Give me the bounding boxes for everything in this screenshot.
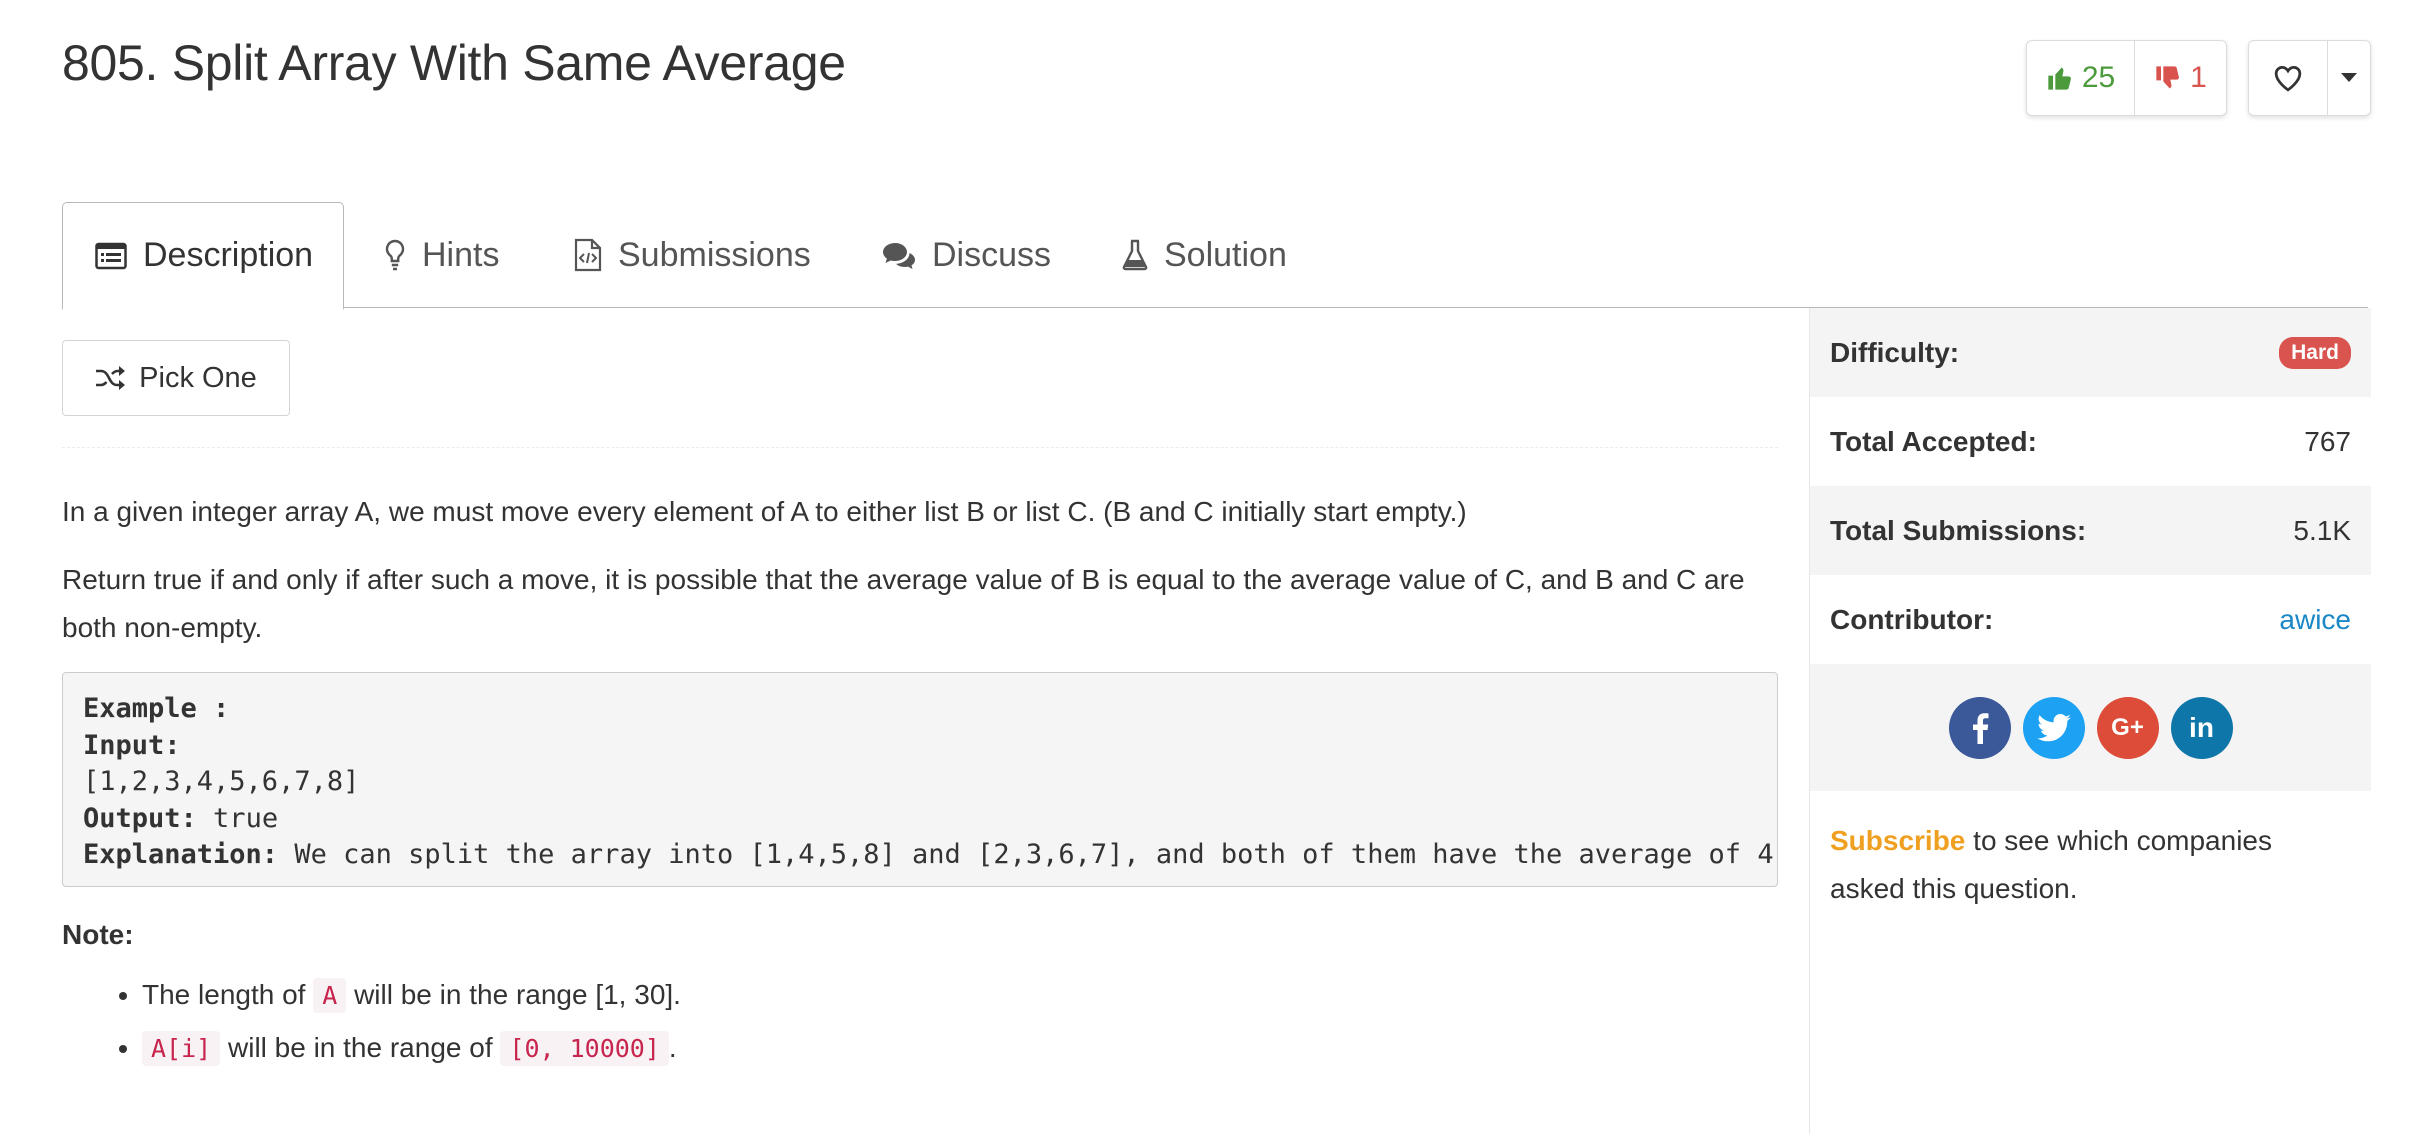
total-accepted-row: Total Accepted: 767 bbox=[1810, 397, 2371, 486]
thumbs-up-icon bbox=[2048, 67, 2071, 90]
difficulty-badge: Hard bbox=[2279, 336, 2351, 369]
example-block: Example : Input: [1,2,3,4,5,6,7,8] Outpu… bbox=[62, 672, 1778, 887]
note-item-1-text: The length of bbox=[142, 978, 314, 1010]
caret-down-icon bbox=[2341, 73, 2357, 82]
share-linkedin-button[interactable]: in bbox=[2170, 696, 2233, 759]
tab-description[interactable]: Description bbox=[62, 202, 344, 310]
divider bbox=[62, 447, 1778, 448]
total-submissions-value: 5.1K bbox=[2293, 514, 2351, 546]
facebook-icon bbox=[1972, 712, 1988, 744]
pick-one-button[interactable]: Pick One bbox=[62, 340, 290, 416]
google-plus-icon: G+ bbox=[2111, 713, 2144, 741]
vote-group: 25 1 bbox=[2026, 40, 2227, 116]
subscribe-note: Subscribe to see which companies asked t… bbox=[1810, 791, 2371, 913]
inline-code-a: A bbox=[313, 977, 347, 1013]
example-input-label: Input: bbox=[83, 729, 181, 761]
contributor-link[interactable]: awice bbox=[2279, 604, 2351, 636]
difficulty-row: Difficulty: Hard bbox=[1810, 308, 2371, 397]
inline-code-ai: A[i] bbox=[142, 1030, 221, 1066]
tab-discuss-label: Discuss bbox=[932, 235, 1052, 274]
flask-icon bbox=[1122, 239, 1148, 271]
total-submissions-row: Total Submissions: 5.1K bbox=[1810, 486, 2371, 575]
social-share: G+ in bbox=[1810, 664, 2371, 791]
tab-submissions-label: Submissions bbox=[618, 235, 811, 274]
upvote-count: 25 bbox=[2081, 61, 2116, 94]
difficulty-label: Difficulty: bbox=[1830, 336, 1960, 368]
contributor-label: Contributor: bbox=[1830, 603, 1994, 635]
subscribe-link[interactable]: Subscribe bbox=[1830, 825, 1965, 856]
tab-hints[interactable]: Hints bbox=[384, 202, 499, 308]
note-item-2-text: will be in the range of bbox=[220, 1031, 501, 1063]
tab-description-label: Description bbox=[143, 236, 314, 274]
note-item-2: A[i] will be in the range of [0, 10000]. bbox=[142, 1022, 1778, 1075]
tab-hints-label: Hints bbox=[422, 235, 500, 274]
inline-code-range: [0, 10000] bbox=[500, 1030, 669, 1066]
problem-tabs: Description Hints Submissions Discuss So… bbox=[62, 202, 2368, 310]
example-output-label: Output: bbox=[83, 802, 197, 834]
tab-solution[interactable]: Solution bbox=[1122, 202, 1287, 308]
contributor-row: Contributor: awice bbox=[1810, 575, 2371, 664]
example-heading: Example : bbox=[83, 693, 230, 724]
description-paragraph-2: Return true if and only if after such a … bbox=[62, 564, 1745, 643]
chat-bubbles-icon bbox=[883, 243, 915, 269]
problem-title: 805. Split Array With Same Average bbox=[62, 35, 846, 91]
tab-solution-label: Solution bbox=[1164, 235, 1287, 274]
downvote-button[interactable]: 1 bbox=[2135, 41, 2226, 115]
note-item-2-text-end: . bbox=[668, 1031, 677, 1063]
shuffle-icon bbox=[96, 366, 126, 390]
note-item-1: The length of A will be in the range [1,… bbox=[142, 969, 1778, 1022]
pick-one-label: Pick One bbox=[139, 361, 257, 394]
code-file-icon bbox=[574, 238, 602, 272]
description-paragraph-1: In a given integer array A, we must move… bbox=[62, 496, 1467, 527]
problem-description: In a given integer array A, we must move… bbox=[62, 488, 1778, 1075]
total-submissions-label: Total Submissions: bbox=[1830, 514, 2087, 546]
total-accepted-label: Total Accepted: bbox=[1830, 425, 2037, 457]
example-explanation-label: Explanation: bbox=[83, 839, 279, 870]
tab-discuss[interactable]: Discuss bbox=[882, 202, 1051, 308]
share-google-plus-button[interactable]: G+ bbox=[2096, 696, 2159, 759]
upvote-button[interactable]: 25 bbox=[2027, 41, 2135, 115]
lightbulb-icon bbox=[385, 239, 405, 271]
total-accepted-value: 767 bbox=[2304, 425, 2351, 457]
favorite-group bbox=[2248, 40, 2371, 116]
description-icon bbox=[95, 242, 127, 269]
favorite-button[interactable] bbox=[2249, 41, 2328, 115]
share-twitter-button[interactable] bbox=[2022, 696, 2085, 759]
example-explanation-value: We can split the array into [1,4,5,8] an… bbox=[278, 839, 1778, 870]
tab-submissions[interactable]: Submissions bbox=[574, 202, 811, 308]
example-output-value: true bbox=[196, 802, 279, 834]
share-facebook-button[interactable] bbox=[1948, 696, 2011, 759]
problem-sidebar: Difficulty: Hard Total Accepted: 767 Tot… bbox=[1809, 308, 2371, 1134]
thumbs-down-icon bbox=[2156, 66, 2180, 89]
note-list: The length of A will be in the range [1,… bbox=[142, 969, 1778, 1075]
note-heading: Note: bbox=[62, 918, 134, 950]
heart-icon bbox=[2274, 65, 2302, 92]
favorite-dropdown-button[interactable] bbox=[2328, 41, 2370, 115]
note-item-1-text-end: will be in the range [1, 30]. bbox=[346, 978, 681, 1010]
downvote-count: 1 bbox=[2190, 61, 2207, 94]
example-input-value: [1,2,3,4,5,6,7,8] bbox=[83, 766, 360, 797]
linkedin-icon: in bbox=[2189, 711, 2214, 743]
twitter-icon bbox=[2036, 713, 2071, 741]
